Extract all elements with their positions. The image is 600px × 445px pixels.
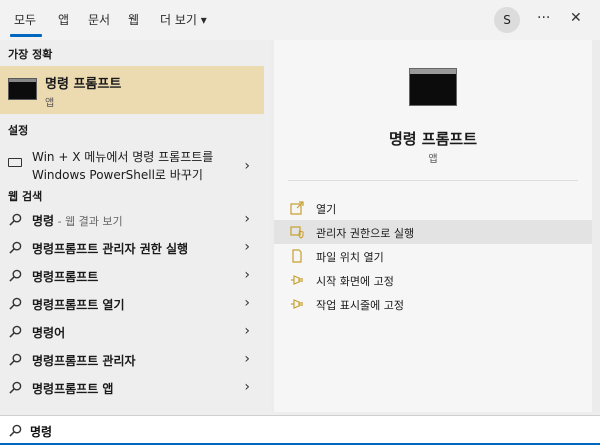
action-open[interactable]: 열기	[274, 196, 592, 220]
web-item-label: 명령프롬프트	[32, 270, 99, 284]
chevron-right-icon: ›	[244, 158, 250, 174]
tab-documents[interactable]: 문서	[88, 11, 110, 28]
chevron-right-icon: ›	[244, 351, 250, 367]
search-icon	[9, 325, 22, 338]
settings-item-powershell[interactable]: Win + X 메뉴에서 명령 프롬프트를 Windows PowerShell…	[0, 146, 264, 188]
web-item[interactable]: 명령 - 웹 결과 보기 ›	[0, 206, 264, 234]
web-item-label: 명령 - 웹 결과 보기	[32, 214, 123, 228]
tab-web[interactable]: 웹	[128, 11, 139, 28]
web-item[interactable]: 명령프롬프트 열기 ›	[0, 290, 264, 318]
chevron-right-icon: ›	[244, 323, 250, 339]
chevron-right-icon: ›	[244, 295, 250, 311]
command-prompt-icon	[8, 78, 37, 100]
action-pin-to-taskbar[interactable]: 작업 표시줄에 고정	[274, 292, 592, 316]
action-pin-to-taskbar-label: 작업 표시줄에 고정	[316, 299, 404, 312]
pin-icon	[291, 299, 303, 309]
action-run-as-admin-label: 관리자 권한으로 실행	[316, 227, 415, 240]
chevron-right-icon: ›	[244, 267, 250, 283]
settings-item-line1: Win + X 메뉴에서 명령 프롬프트를	[32, 150, 214, 164]
best-match-item[interactable]: 명령 프롬프트 앱	[0, 66, 264, 114]
web-item[interactable]: 명령어 ›	[0, 318, 264, 346]
web-item-label: 명령프롬프트 앱	[32, 382, 114, 396]
search-input[interactable]	[30, 420, 570, 442]
detail-panel: 명령 프롬프트 앱 열기 관리자 권한으로 실행 파일 위치 열기 시작 화면에…	[271, 40, 600, 412]
search-icon	[9, 241, 22, 254]
chevron-right-icon: ›	[244, 239, 250, 255]
best-match-title: 명령 프롬프트	[45, 77, 122, 92]
action-run-as-admin[interactable]: 관리자 권한으로 실행	[274, 220, 592, 244]
web-item-suffix: - 웹 결과 보기	[54, 215, 123, 228]
file-location-icon	[292, 249, 302, 263]
search-icon	[9, 297, 22, 310]
monitor-icon	[8, 158, 22, 167]
command-prompt-icon	[409, 68, 457, 106]
results-panel: 가장 정확 명령 프롬프트 앱 설정 Win + X 메뉴에서 명령 프롬프트를…	[0, 40, 271, 412]
more-options-icon[interactable]: ···	[537, 10, 550, 26]
web-item[interactable]: 명령프롬프트 앱 ›	[0, 374, 264, 402]
search-icon	[9, 353, 22, 366]
search-bar	[0, 415, 600, 445]
web-search-header: 웹 검색	[8, 190, 43, 203]
web-item-label: 명령프롬프트 관리자 권한 실행	[32, 242, 189, 256]
search-icon	[9, 213, 22, 226]
best-match-type: 앱	[45, 98, 55, 109]
close-icon[interactable]: ✕	[570, 10, 582, 26]
avatar[interactable]: S	[494, 7, 520, 33]
settings-item-line2: Windows PowerShell로 바꾸기	[32, 168, 203, 182]
tab-apps[interactable]: 앱	[58, 11, 69, 28]
search-icon	[9, 424, 22, 437]
detail-type: 앱	[428, 154, 438, 165]
web-item-label: 명령프롬프트 관리자	[32, 354, 136, 368]
action-open-label: 열기	[316, 203, 337, 216]
open-icon	[290, 201, 304, 215]
web-item[interactable]: 명령프롬프트 관리자 ›	[0, 346, 264, 374]
settings-header: 설정	[8, 124, 29, 137]
web-item-label: 명령프롬프트 열기	[32, 298, 125, 312]
action-pin-to-start[interactable]: 시작 화면에 고정	[274, 268, 592, 292]
chevron-right-icon: ›	[244, 211, 250, 227]
pin-icon	[291, 275, 303, 285]
divider	[288, 180, 578, 181]
top-bar: 모두 앱 문서 웹 더 보기 ▾ S ··· ✕	[0, 0, 600, 40]
action-open-file-location[interactable]: 파일 위치 열기	[274, 244, 592, 268]
admin-shield-icon	[290, 226, 304, 239]
detail-card: 명령 프롬프트 앱 열기 관리자 권한으로 실행 파일 위치 열기 시작 화면에…	[274, 40, 592, 412]
chevron-right-icon: ›	[244, 379, 250, 395]
action-pin-to-start-label: 시작 화면에 고정	[316, 275, 394, 288]
web-item[interactable]: 명령프롬프트 ›	[0, 262, 264, 290]
web-item-label: 명령어	[32, 326, 66, 340]
search-icon	[9, 269, 22, 282]
detail-title: 명령 프롬프트	[388, 130, 478, 148]
web-item[interactable]: 명령프롬프트 관리자 권한 실행 ›	[0, 234, 264, 262]
tab-active-indicator	[10, 34, 42, 37]
best-match-header: 가장 정확	[8, 48, 53, 61]
action-open-file-location-label: 파일 위치 열기	[316, 251, 384, 264]
tab-all[interactable]: 모두	[14, 11, 36, 28]
search-icon	[9, 381, 22, 394]
tab-more-dropdown[interactable]: 더 보기 ▾	[160, 11, 207, 28]
